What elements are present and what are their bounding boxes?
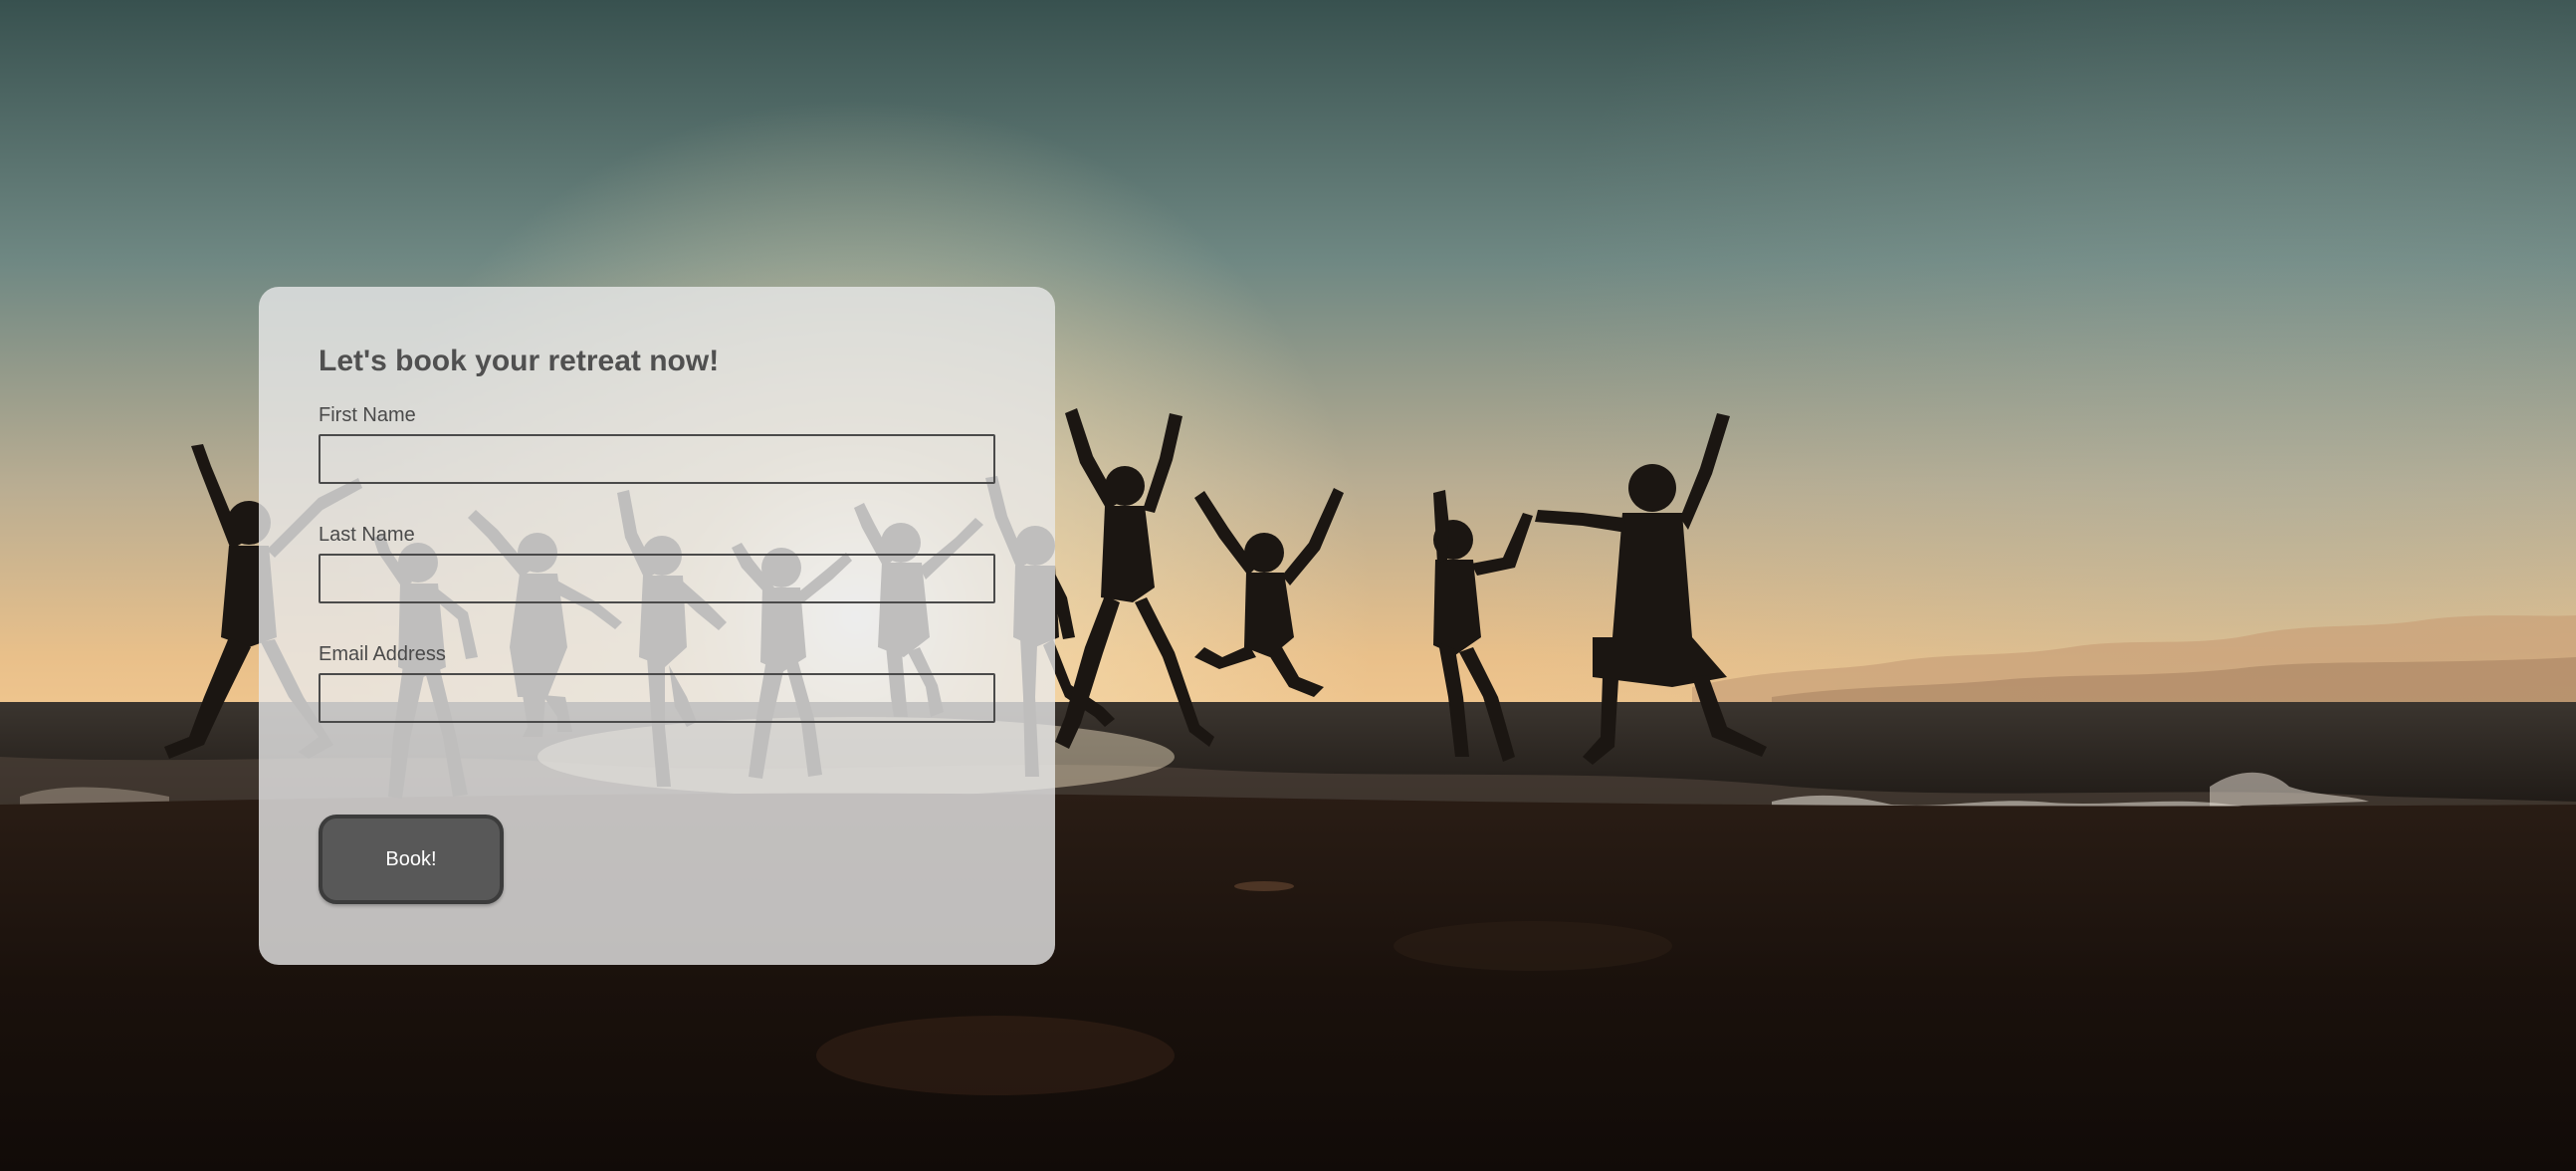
book-button[interactable]: Book! — [319, 815, 504, 904]
last-name-label: Last Name — [319, 524, 415, 546]
form-title: Let's book your retreat now! — [319, 345, 720, 377]
first-name-field-group: First Name — [319, 404, 995, 524]
booking-form-card: Let's book your retreat now! First Name … — [259, 287, 1055, 965]
email-address-label: Email Address — [319, 643, 446, 665]
first-name-label: First Name — [319, 404, 416, 426]
last-name-input[interactable] — [319, 554, 995, 603]
email-field-group: Email Address — [319, 643, 995, 763]
last-name-field-group: Last Name — [319, 524, 995, 643]
email-address-input[interactable] — [319, 673, 995, 723]
first-name-input[interactable] — [319, 434, 995, 484]
page-background: Let's book your retreat now! First Name … — [0, 0, 2576, 1171]
